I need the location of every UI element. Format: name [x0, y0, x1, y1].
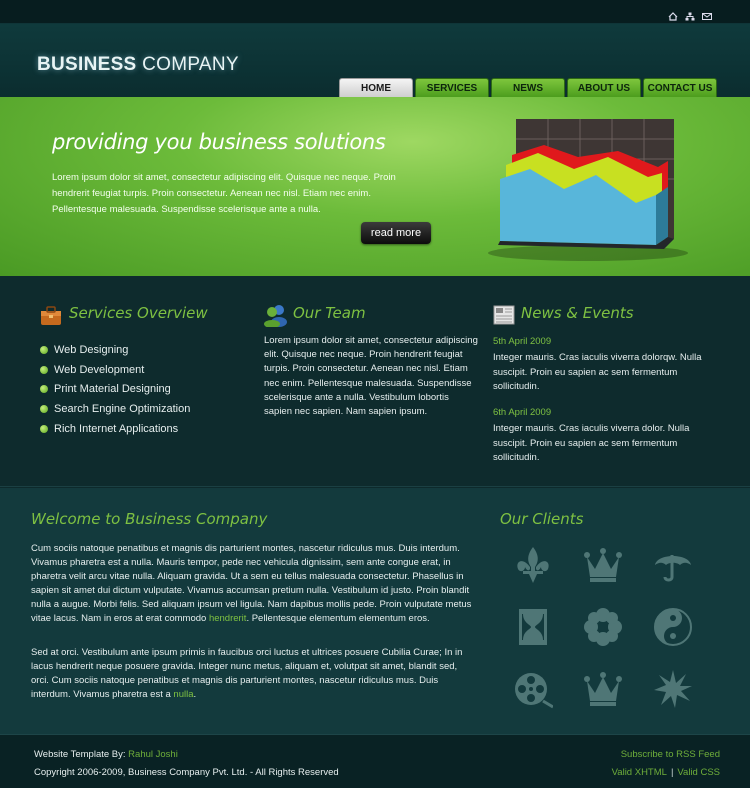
news-text: Integer mauris. Cras iaculis viverra dol…: [493, 423, 690, 463]
bullet-icon: [40, 365, 48, 374]
news-date: 6th April 2009: [493, 407, 552, 418]
welcome-paragraph-2: Sed at orci. Vestibulum ante ipsum primi…: [31, 646, 473, 702]
welcome-section: Welcome to Business Company Cum sociis n…: [0, 488, 750, 734]
list-item[interactable]: Print Material Designing: [40, 379, 190, 399]
footer: Website Template By: Rahul Joshi Copyrig…: [0, 734, 750, 788]
bullet-icon: [40, 424, 48, 433]
clients-grid: [513, 545, 695, 709]
list-item[interactable]: Web Designing: [40, 340, 190, 360]
star-burst-icon: [653, 669, 693, 709]
logo-bold: BUSINESS: [37, 54, 137, 75]
film-reel-icon: [513, 669, 554, 709]
umbrella-icon: [653, 545, 693, 585]
header: BUSINESS COMPANY HOME SERVICES NEWS ABOU…: [0, 24, 750, 97]
list-item[interactable]: Rich Internet Applications: [40, 419, 190, 439]
valid-xhtml-link[interactable]: Valid XHTML: [612, 767, 667, 778]
nav-services[interactable]: SERVICES: [415, 78, 489, 97]
nav-about-us[interactable]: ABOUT US: [567, 78, 641, 97]
rss-link[interactable]: Subscribe to RSS Feed: [621, 749, 720, 760]
list-item[interactable]: Search Engine Optimization: [40, 399, 190, 419]
hero-banner: providing you business solutions Lorem i…: [0, 97, 750, 276]
hourglass-icon: [513, 607, 553, 647]
validation-links: Valid XHTML | Valid CSS: [612, 767, 720, 778]
services-list: Web Designing Web Development Print Mate…: [40, 340, 190, 438]
welcome-title: Welcome to Business Company: [31, 510, 268, 528]
area-chart-illustration: [488, 119, 688, 261]
paragraph-text: . Pellentesque elementum elementum eros.: [246, 613, 430, 625]
sitemap-icon[interactable]: [685, 8, 695, 21]
newspaper-icon: [493, 305, 515, 325]
briefcase-icon: [41, 306, 61, 325]
team-title: Our Team: [293, 304, 366, 322]
list-item[interactable]: Web Development: [40, 360, 190, 380]
nav-news[interactable]: NEWS: [491, 78, 565, 97]
read-more-button[interactable]: read more: [361, 222, 431, 244]
separator: |: [670, 767, 674, 778]
news-title: News & Events: [521, 304, 634, 322]
hero-title: providing you business solutions: [52, 130, 386, 154]
clients-title: Our Clients: [500, 510, 584, 528]
bullet-icon: [40, 404, 48, 413]
welcome-paragraph-1: Cum sociis natoque penatibus et magnis d…: [31, 542, 473, 627]
team-text: Lorem ipsum dolor sit amet, consectetur …: [264, 335, 478, 418]
bullet-icon: [40, 345, 48, 354]
fleur-de-lis-icon: [513, 545, 553, 585]
home-icon[interactable]: [668, 8, 678, 21]
top-icons: [668, 8, 712, 21]
paragraph-text: Sed at orci. Vestibulum ante ipsum primi…: [31, 647, 463, 701]
team-icon: [264, 305, 287, 327]
service-label: Rich Internet Applications: [54, 422, 179, 435]
nav-contact-us[interactable]: CONTACT US: [643, 78, 717, 97]
top-bar: [0, 0, 750, 24]
services-title: Services Overview: [69, 304, 208, 322]
hendrerit-link[interactable]: hendrerit: [209, 613, 247, 624]
logo[interactable]: BUSINESS COMPANY: [37, 54, 239, 76]
crown-icon: [583, 669, 623, 709]
yin-yang-icon: [653, 607, 693, 647]
service-label: Web Designing: [54, 343, 129, 356]
bullet-icon: [40, 385, 48, 394]
news-date: 5th April 2009: [493, 336, 552, 347]
nav-home[interactable]: HOME: [339, 78, 413, 97]
crown-icon: [583, 545, 623, 585]
service-label: Web Development: [54, 363, 145, 376]
main-nav: HOME SERVICES NEWS ABOUT US CONTACT US: [339, 78, 717, 97]
credit-label: Website Template By:: [34, 749, 126, 760]
copyright: Copyright 2006-2009, Business Company Pv…: [34, 767, 339, 778]
nulla-link[interactable]: nulla: [173, 689, 193, 700]
hero-text: Lorem ipsum dolor sit amet, consectetur …: [52, 172, 396, 215]
news-text: Integer mauris. Cras iaculis viverra dol…: [493, 352, 702, 392]
service-label: Search Engine Optimization: [54, 402, 191, 415]
author-link[interactable]: Rahul Joshi: [128, 749, 178, 760]
flower-icon: [583, 607, 623, 647]
paragraph-text: .: [193, 689, 197, 701]
logo-light: COMPANY: [136, 54, 239, 75]
mail-icon[interactable]: [702, 8, 712, 20]
valid-css-link[interactable]: Valid CSS: [677, 767, 720, 778]
service-label: Print Material Designing: [54, 383, 171, 396]
services-band: Services Overview Web Designing Web Deve…: [0, 276, 750, 487]
template-credit: Website Template By: Rahul Joshi: [34, 749, 178, 760]
